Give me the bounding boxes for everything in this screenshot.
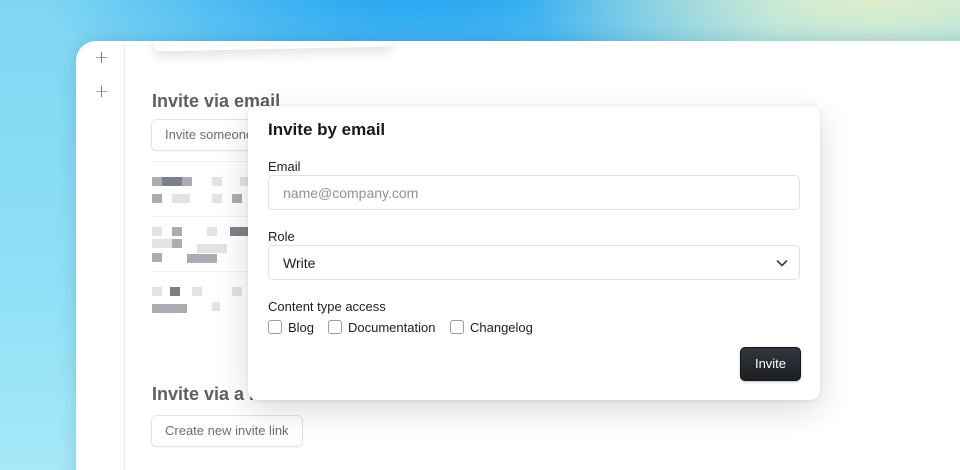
checkbox-box[interactable] bbox=[450, 320, 464, 334]
invite-dialog: Invite by email Email Role Write Content… bbox=[248, 106, 820, 400]
create-invite-link-button[interactable]: Create new invite link bbox=[151, 415, 303, 447]
plus-icon[interactable]: + bbox=[94, 83, 109, 101]
dialog-title: Invite by email bbox=[268, 120, 386, 139]
plus-icon[interactable]: + bbox=[94, 49, 109, 67]
invite-someone-button[interactable]: Invite someone bbox=[151, 119, 261, 151]
role-select[interactable]: Write bbox=[268, 245, 800, 280]
email-label: Email bbox=[268, 159, 301, 174]
role-value: Write bbox=[283, 255, 316, 271]
content-access-label: Content type access bbox=[268, 299, 386, 314]
chevron-down-icon bbox=[776, 260, 788, 267]
email-input[interactable] bbox=[268, 175, 800, 210]
card-edge bbox=[153, 41, 393, 52]
checkbox-label: Changelog bbox=[470, 320, 533, 335]
checkbox-label: Blog bbox=[288, 320, 315, 335]
checkbox-box[interactable] bbox=[268, 320, 282, 334]
checkbox-box[interactable] bbox=[328, 320, 342, 334]
invite-button[interactable]: Invite bbox=[740, 347, 801, 381]
left-rail: + + bbox=[76, 41, 125, 470]
role-label: Role bbox=[268, 229, 295, 244]
checkbox-label: Documentation bbox=[348, 320, 436, 335]
